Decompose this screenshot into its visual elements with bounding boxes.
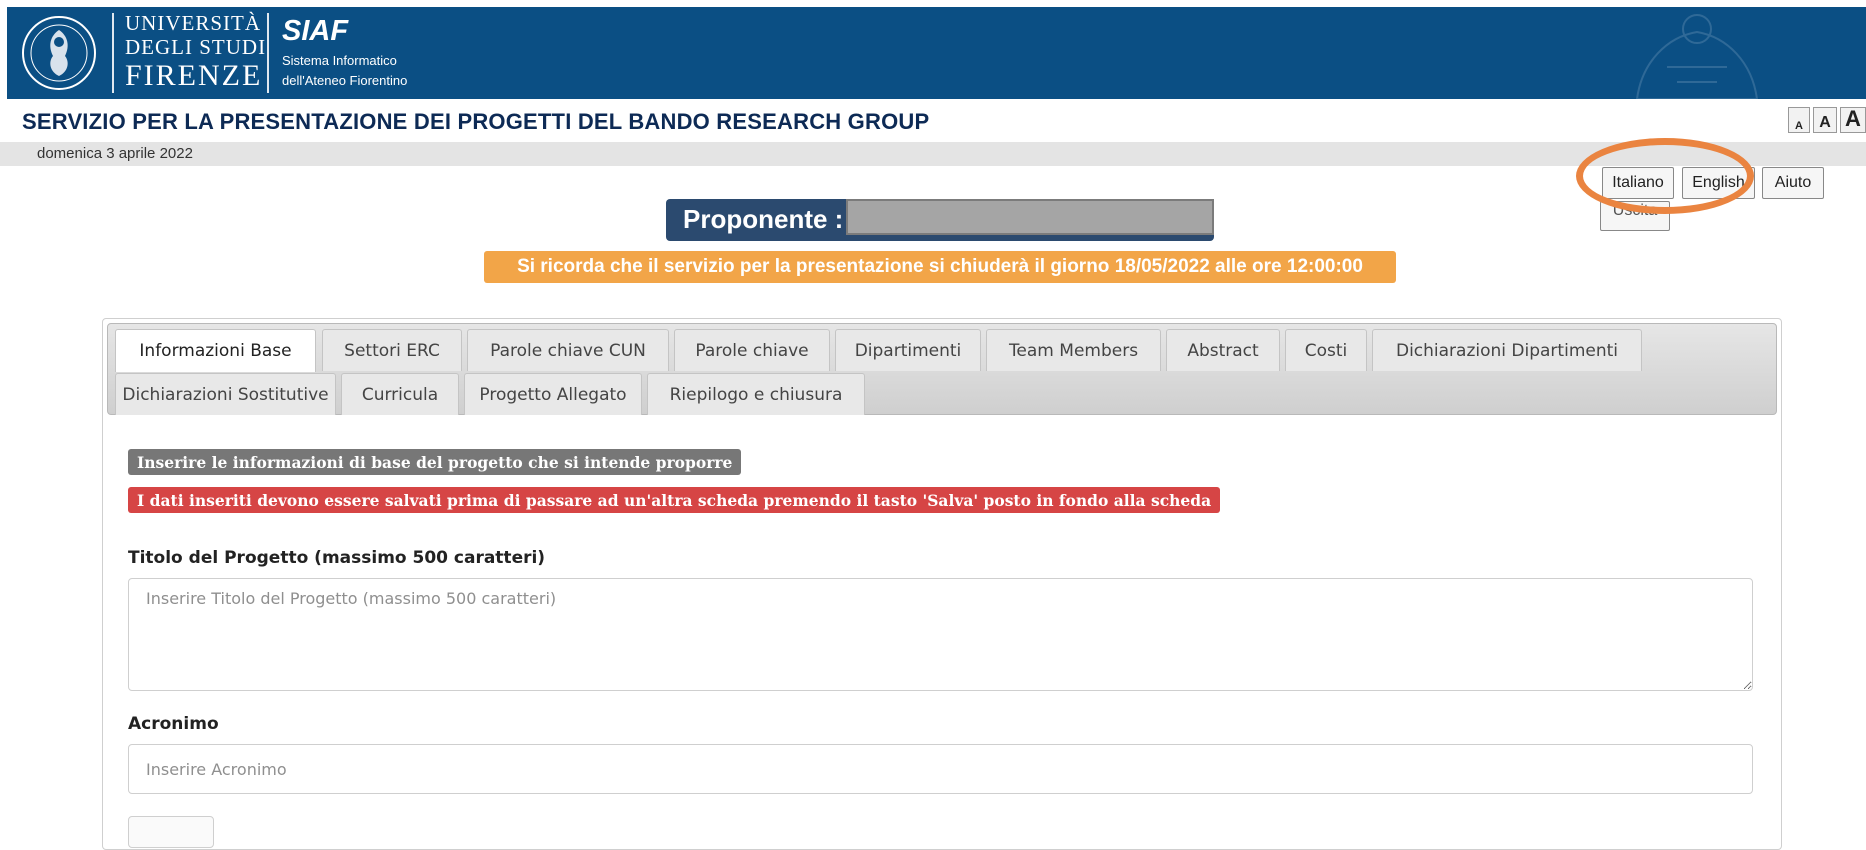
warning-message: I dati inseriti devono essere salvati pr… bbox=[128, 487, 1221, 513]
font-size-medium-button[interactable]: A bbox=[1813, 107, 1837, 133]
font-size-small-button[interactable]: A bbox=[1788, 107, 1810, 133]
tab-parole-chiave-cun[interactable]: Parole chiave CUN bbox=[467, 329, 669, 371]
siaf-logo: SIAF Sistema Informatico dell'Ateneo Fio… bbox=[282, 15, 407, 87]
acronym-label: Acronimo bbox=[128, 714, 219, 734]
redacted-name bbox=[846, 199, 1214, 235]
siaf-name: SIAF bbox=[282, 15, 349, 47]
university-line-1: UNIVERSITÀ bbox=[125, 11, 261, 35]
tab-informazioni-base[interactable]: Informazioni Base bbox=[115, 329, 316, 372]
partial-button[interactable] bbox=[128, 816, 214, 848]
project-title-label: Titolo del Progetto (massimo 500 caratte… bbox=[128, 548, 546, 568]
acronym-input[interactable] bbox=[128, 744, 1753, 794]
info-message: Inserire le informazioni di base del pro… bbox=[128, 449, 742, 475]
tab-riepilogo-e-chiusura[interactable]: Riepilogo e chiusura bbox=[647, 373, 865, 415]
siaf-subtitle-1: Sistema Informatico bbox=[282, 53, 397, 68]
proponente-banner: Proponente : bbox=[666, 199, 1214, 241]
current-date: domenica 3 aprile 2022 bbox=[37, 145, 193, 162]
tab-team-members[interactable]: Team Members bbox=[986, 329, 1161, 371]
university-seal-logo bbox=[22, 16, 96, 90]
siaf-subtitle-2: dell'Ateneo Fiorentino bbox=[282, 72, 408, 88]
tab-parole-chiave[interactable]: Parole chiave bbox=[674, 329, 830, 371]
university-wordmark: UNIVERSITÀ DEGLI STUDI FIRENZE bbox=[125, 13, 266, 91]
tab-progetto-allegato[interactable]: Progetto Allegato bbox=[464, 373, 642, 415]
top-strip bbox=[0, 0, 1866, 7]
proponente-label: Proponente : bbox=[683, 204, 844, 234]
font-size-large-button[interactable]: A bbox=[1840, 106, 1866, 133]
project-title-textarea[interactable] bbox=[128, 578, 1753, 691]
tab-bar: Informazioni Base Settori ERC Parole chi… bbox=[107, 323, 1777, 415]
tab-dipartimenti[interactable]: Dipartimenti bbox=[835, 329, 981, 371]
language-highlight-annotation bbox=[1576, 138, 1754, 214]
tab-dichiarazioni-dipartimenti[interactable]: Dichiarazioni Dipartimenti bbox=[1372, 329, 1642, 371]
university-line-2: DEGLI STUDI bbox=[125, 35, 267, 59]
deadline-reminder: Si ricorda che il servizio per la presen… bbox=[484, 251, 1396, 283]
site-header: UNIVERSITÀ DEGLI STUDI FIRENZE SIAF Sist… bbox=[7, 7, 1866, 99]
tab-dichiarazioni-sostitutive[interactable]: Dichiarazioni Sostitutive bbox=[115, 373, 336, 415]
university-line-3: FIRENZE bbox=[125, 59, 263, 92]
tab-curricula[interactable]: Curricula bbox=[341, 373, 459, 415]
logo-divider bbox=[267, 13, 269, 93]
tab-costi[interactable]: Costi bbox=[1285, 329, 1367, 371]
logo-divider bbox=[112, 13, 114, 93]
tab-abstract[interactable]: Abstract bbox=[1166, 329, 1280, 371]
tab-settori-erc[interactable]: Settori ERC bbox=[322, 329, 462, 371]
font-size-controls: A A A bbox=[1788, 106, 1866, 133]
decorative-figure-icon bbox=[1635, 14, 1759, 99]
aiuto-button[interactable]: Aiuto bbox=[1762, 167, 1824, 199]
service-title: SERVIZIO PER LA PRESENTAZIONE DEI PROGET… bbox=[22, 109, 930, 134]
